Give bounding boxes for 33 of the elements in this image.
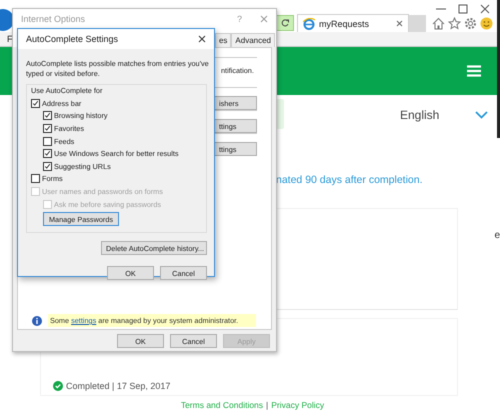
close-icon[interactable]	[396, 20, 403, 27]
menu-item[interactable]: F	[7, 34, 12, 44]
close-icon[interactable]	[480, 4, 490, 14]
star-icon[interactable]	[448, 16, 461, 30]
language-selector[interactable]: English	[400, 108, 475, 122]
info-icon	[32, 316, 42, 326]
check-circle-icon	[53, 381, 63, 391]
close-icon[interactable]	[198, 35, 206, 43]
checkbox[interactable]	[43, 149, 52, 158]
notice-text: nated 90 days after completion.	[276, 174, 423, 188]
footer-separator: |	[266, 400, 268, 410]
tab-title: myRequests	[319, 18, 370, 28]
checkbox[interactable]	[31, 98, 40, 108]
maximize-icon[interactable]	[458, 4, 468, 14]
browser-logo-icon	[303, 18, 315, 30]
menu-icon[interactable]	[467, 65, 481, 77]
tab[interactable]: Advanced	[231, 33, 275, 47]
settings-icon[interactable]	[464, 16, 477, 30]
window-title: Internet Options	[21, 14, 86, 24]
checkbox[interactable]	[43, 136, 52, 146]
smiley-icon[interactable]	[480, 16, 493, 30]
window-text: e	[494, 230, 500, 241]
browser-tab[interactable]: myRequests	[297, 14, 409, 32]
checkbox[interactable]	[43, 124, 52, 133]
refresh-icon[interactable]	[281, 19, 289, 27]
tab[interactable]: es	[214, 33, 232, 47]
checkbox[interactable]	[31, 174, 40, 184]
home-icon[interactable]	[432, 16, 445, 30]
status-text: Completed | 17 Sep, 2017	[66, 381, 170, 391]
checkbox[interactable]	[43, 162, 52, 171]
chevron-down-icon[interactable]	[475, 111, 488, 119]
window-title: AutoComplete Settings	[26, 34, 120, 44]
checkbox[interactable]	[43, 111, 52, 120]
